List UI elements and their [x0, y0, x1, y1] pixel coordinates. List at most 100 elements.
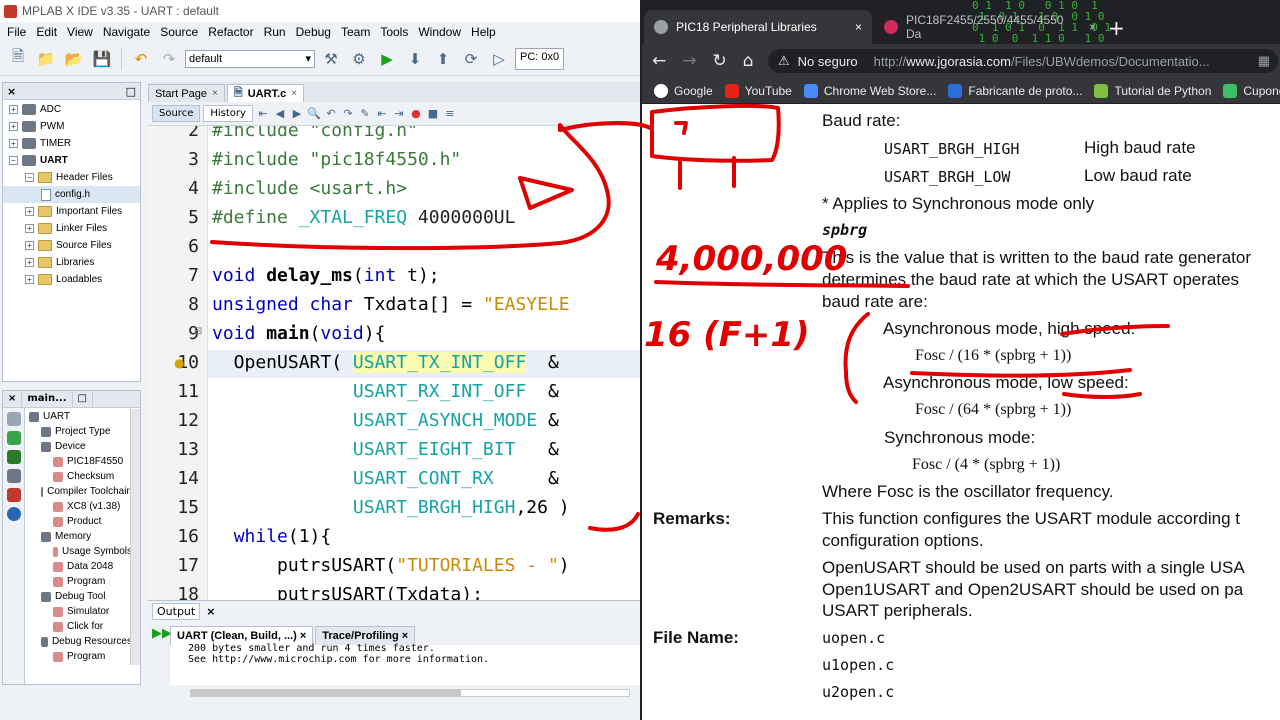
- dashboard-tree-item[interactable]: Debug Tool: [27, 589, 132, 604]
- menu-refactor[interactable]: Refactor: [203, 25, 258, 39]
- close-icon[interactable]: ×: [212, 88, 218, 99]
- expand-toggle-icon[interactable]: +: [25, 241, 34, 250]
- dashboard-tree-item[interactable]: Checksum: [27, 469, 132, 484]
- lightbulb-hint-icon[interactable]: ●: [174, 356, 184, 370]
- dashboard-tree-item[interactable]: Usage Symbols: [27, 544, 132, 559]
- help-icon[interactable]: [6, 507, 21, 521]
- rerun-icon[interactable]: ▶▶: [152, 626, 172, 641]
- close-icon[interactable]: ×: [1089, 20, 1096, 34]
- forward-icon[interactable]: ▶: [290, 107, 304, 121]
- output-scrollbar[interactable]: [190, 689, 630, 697]
- hold-reset-icon[interactable]: ⟳: [459, 47, 483, 71]
- menu-team[interactable]: Team: [336, 25, 375, 39]
- close-icon[interactable]: ×: [402, 630, 408, 642]
- close-icon[interactable]: ×: [291, 88, 297, 99]
- menu-edit[interactable]: Edit: [31, 25, 62, 39]
- expand-toggle-icon[interactable]: +: [9, 122, 18, 131]
- close-icon[interactable]: ×: [300, 630, 306, 642]
- bookmark-chrome-web-store[interactable]: Chrome Web Store...: [803, 83, 936, 98]
- project-tree-item[interactable]: − Header Files: [3, 169, 140, 186]
- home-icon[interactable]: ⌂: [743, 51, 754, 71]
- tab-uart-c[interactable]: 🗎 UART.c ×: [226, 84, 305, 102]
- configuration-select[interactable]: default ▾: [185, 49, 315, 68]
- expand-toggle-icon[interactable]: +: [9, 139, 18, 148]
- tab-start-page[interactable]: Start Page ×: [148, 84, 225, 102]
- bookmark-fabricante[interactable]: Fabricante de proto...: [948, 83, 1082, 98]
- close-icon[interactable]: ×: [7, 85, 16, 98]
- project-tree-item[interactable]: config.h: [3, 186, 140, 203]
- expand-toggle-icon[interactable]: +: [25, 275, 34, 284]
- address-bar[interactable]: ⚠ No seguro http://www.jgorasia.com/File…: [768, 49, 1278, 73]
- dashboard-tree-item[interactable]: Program: [27, 574, 132, 589]
- project-tree-item[interactable]: + PWM: [3, 118, 140, 135]
- close-icon[interactable]: ×: [855, 20, 862, 34]
- project-tree-item[interactable]: + Loadables: [3, 271, 140, 288]
- expand-toggle-icon[interactable]: +: [25, 207, 34, 216]
- menu-run[interactable]: Run: [259, 25, 291, 39]
- menu-tools[interactable]: Tools: [375, 25, 413, 39]
- clean-build-icon[interactable]: ⚙: [347, 47, 371, 71]
- hammer-build-icon[interactable]: ⚒: [319, 47, 343, 71]
- dashboard-tree-item[interactable]: Simulator: [27, 604, 132, 619]
- dashboard-scrollbar[interactable]: [130, 409, 140, 665]
- menu-navigate[interactable]: Navigate: [98, 25, 155, 39]
- pdf-icon[interactable]: [6, 488, 21, 502]
- bookmark-google[interactable]: Google: [654, 83, 713, 98]
- menu-source[interactable]: Source: [155, 25, 203, 39]
- menu-window[interactable]: Window: [413, 25, 466, 39]
- last-edit-icon[interactable]: ⇤: [256, 107, 270, 121]
- settings-icon[interactable]: [6, 412, 21, 426]
- project-tree-item[interactable]: − UART: [3, 152, 140, 169]
- new-project-icon[interactable]: 📁: [34, 47, 58, 71]
- run-project-icon[interactable]: ▶: [375, 47, 399, 71]
- new-tab-icon[interactable]: +: [1108, 16, 1125, 40]
- find-next-icon[interactable]: ↷: [341, 107, 355, 121]
- menu-help[interactable]: Help: [466, 25, 501, 39]
- expand-toggle-icon[interactable]: +: [9, 105, 18, 114]
- memory-icon[interactable]: [6, 469, 21, 483]
- dashboard-tree-item[interactable]: Debug Resources: [27, 634, 132, 649]
- back-icon[interactable]: ◀: [273, 107, 287, 121]
- code-editor[interactable]: 2 3 4 5 6 7 8 9 10 11 12 13 14 15 16 17 18 ● ⊟ #include …: [148, 126, 640, 600]
- search-icon[interactable]: 🔍: [307, 107, 321, 121]
- dashboard-tree-item[interactable]: Memory: [27, 529, 132, 544]
- open-project-icon[interactable]: 📂: [62, 47, 86, 71]
- dashboard-tree-item[interactable]: PIC18F4550: [27, 454, 132, 469]
- minimize-panel-icon[interactable]: □: [73, 391, 93, 407]
- dashboard-tree-item[interactable]: XC8 (v1.38): [27, 499, 132, 514]
- project-tree-item[interactable]: + Source Files: [3, 237, 140, 254]
- tab-pic18f-datasheet[interactable]: PIC18F2455/2550/4455/4550 Da ×: [874, 10, 1106, 44]
- dashboard-tree-item[interactable]: Project Type: [27, 424, 132, 439]
- dashboard-tree-item[interactable]: UART: [27, 409, 132, 424]
- tab-pic18-peripheral-libraries[interactable]: PIC18 Peripheral Libraries ×: [644, 10, 872, 44]
- reload-icon[interactable]: ↻: [713, 51, 727, 71]
- new-file-icon[interactable]: 🗎: [6, 47, 30, 71]
- dashboard-tree-item[interactable]: Click for: [27, 619, 132, 634]
- dashboard-tree-item[interactable]: Device: [27, 439, 132, 454]
- translate-icon[interactable]: ▦: [1258, 53, 1270, 69]
- expand-toggle-icon[interactable]: −: [9, 156, 18, 165]
- comment-icon[interactable]: ≡: [443, 107, 457, 121]
- bookmark-python[interactable]: Tutorial de Python: [1094, 83, 1211, 98]
- dashboard-tab[interactable]: main...: [22, 391, 73, 407]
- project-tree-item[interactable]: + ADC: [3, 101, 140, 118]
- shift-left-icon[interactable]: ⇤: [375, 107, 389, 121]
- output-title[interactable]: Output: [152, 602, 201, 620]
- redo-icon[interactable]: ↷: [157, 47, 181, 71]
- project-tree-item[interactable]: + Libraries: [3, 254, 140, 271]
- menu-view[interactable]: View: [62, 25, 98, 39]
- history-view-button[interactable]: History: [203, 105, 253, 122]
- close-icon[interactable]: ×: [206, 605, 215, 618]
- menu-debug[interactable]: Debug: [291, 25, 336, 39]
- make-program-icon[interactable]: ⬇: [403, 47, 427, 71]
- minimize-panel-icon[interactable]: □: [126, 85, 136, 98]
- expand-toggle-icon[interactable]: +: [25, 258, 34, 267]
- project-tree-item[interactable]: + Important Files: [3, 203, 140, 220]
- source-view-button[interactable]: Source: [152, 105, 201, 122]
- dashboard-tree-item[interactable]: Product: [27, 514, 132, 529]
- bookmark-youtube[interactable]: YouTube: [724, 83, 792, 98]
- expand-toggle-icon[interactable]: +: [25, 224, 34, 233]
- chip-icon[interactable]: [6, 450, 21, 464]
- menu-file[interactable]: File: [2, 25, 31, 39]
- read-device-icon[interactable]: ⬆: [431, 47, 455, 71]
